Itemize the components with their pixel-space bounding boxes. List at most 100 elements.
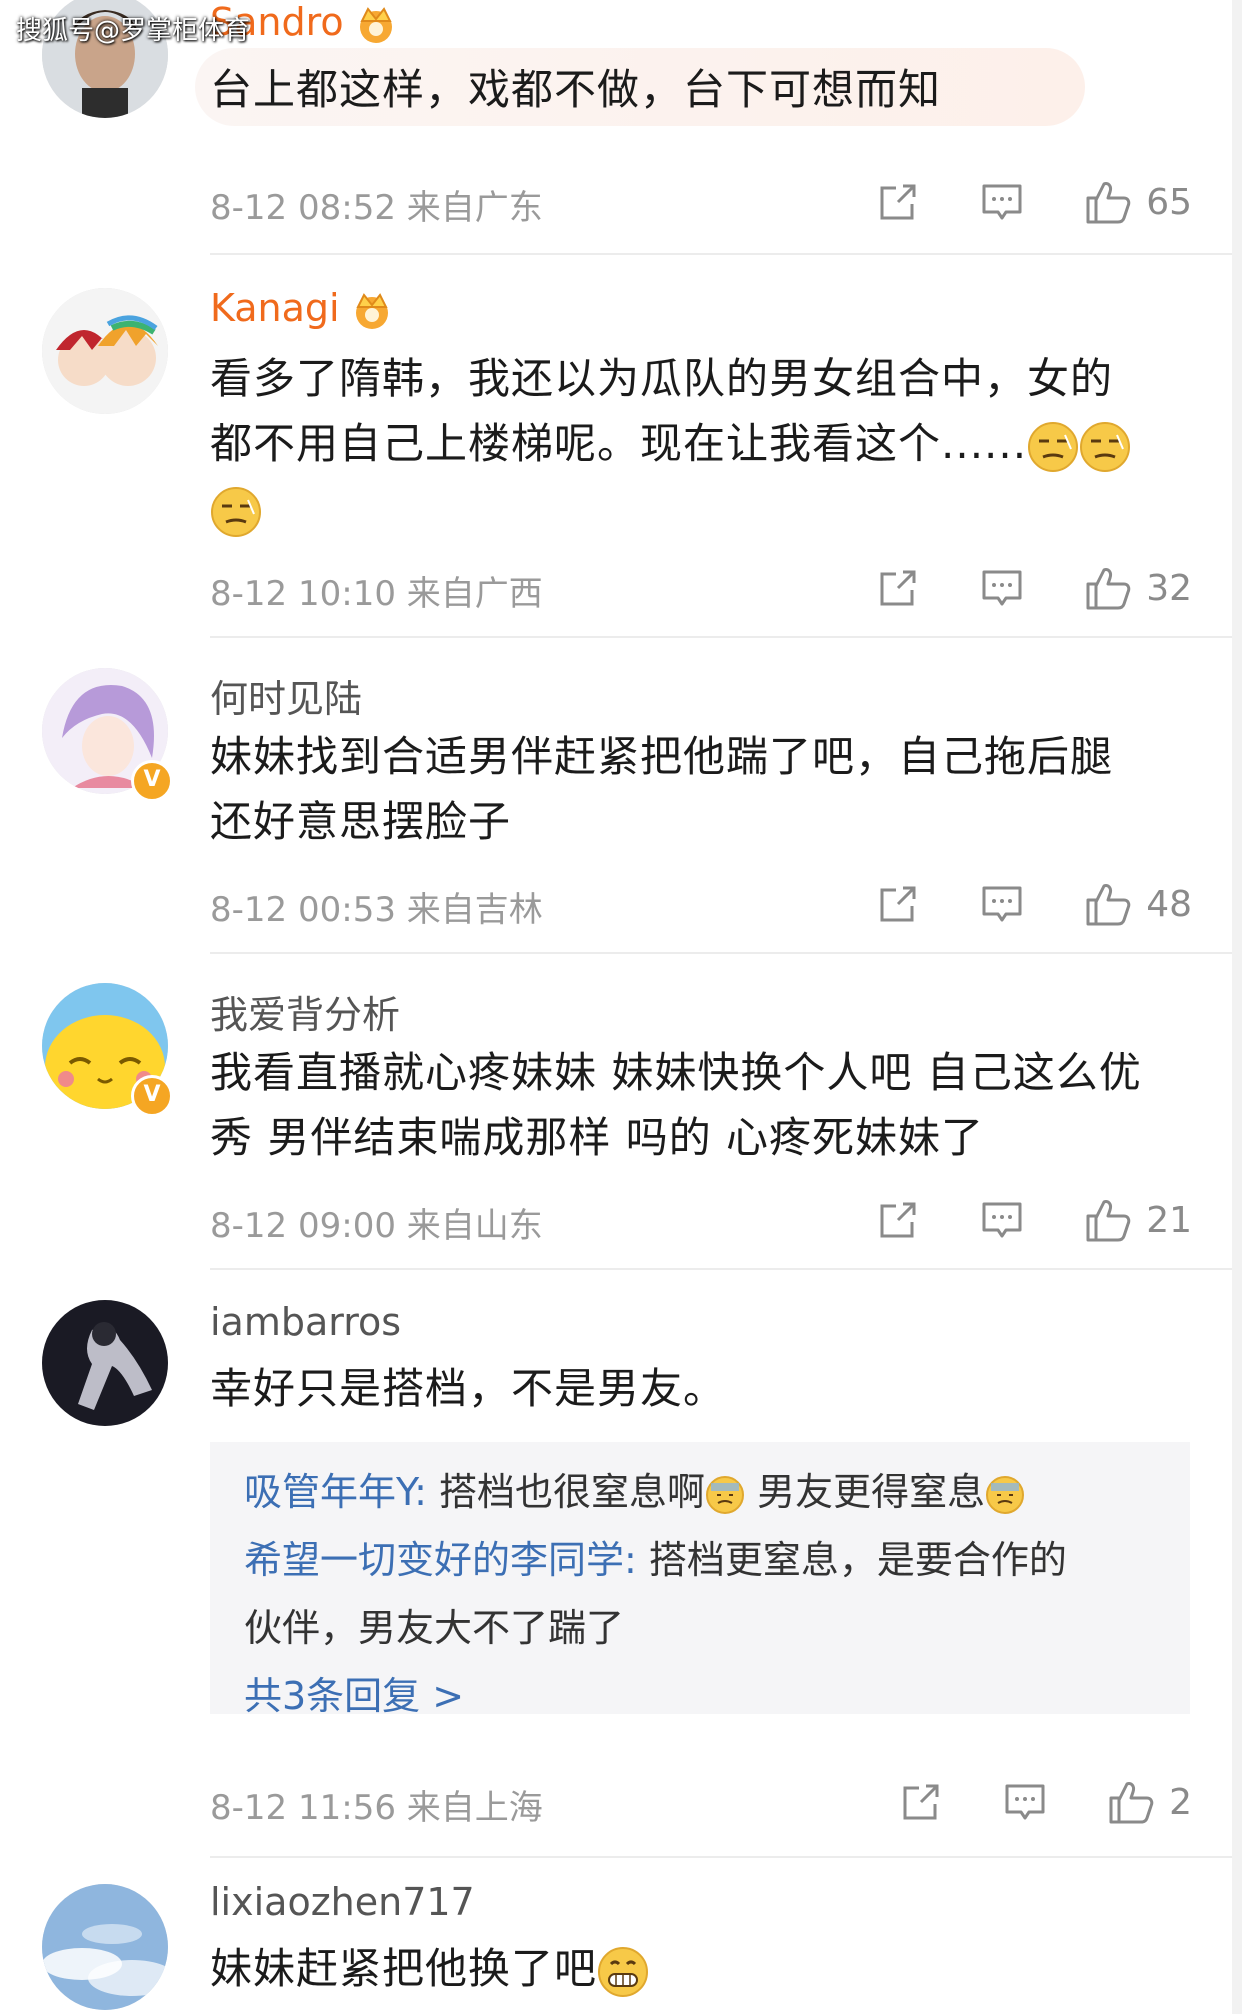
comment-time: 8-12 10:10	[210, 574, 396, 614]
vip-crown-icon	[352, 5, 400, 45]
share-button[interactable]	[876, 882, 920, 926]
comment-icon	[980, 180, 1024, 224]
reply-item-continued: 伙伴，男友大不了踹了	[244, 1606, 625, 1650]
share-button[interactable]	[876, 566, 920, 610]
like-button[interactable]: 21	[1084, 1196, 1192, 1244]
verified-badge-icon: V	[131, 760, 173, 802]
comment-time: 8-12 11:56	[210, 1788, 396, 1828]
comment-location: 来自山东	[406, 1206, 543, 1246]
comment-meta: 8-12 00:53 来自吉林	[210, 882, 543, 931]
comment-text-line: 还好意思摆脸子	[210, 797, 512, 846]
thumbs-up-icon	[1084, 1196, 1132, 1244]
reply-text: 搭档也很窒息啊	[426, 1470, 706, 1514]
like-count: 2	[1169, 1781, 1192, 1823]
thumbs-up-icon	[1107, 1778, 1155, 1826]
reply-text: 男友更得窒息	[745, 1470, 986, 1514]
comment-text-line: 都不用自己上楼梯呢。现在让我看这个......	[210, 411, 1182, 476]
divider	[210, 636, 1232, 638]
smirk-emoji-icon	[210, 486, 262, 538]
scroll-edge	[1232, 0, 1242, 2014]
username[interactable]: 我爱背分析	[210, 984, 400, 1039]
share-icon	[876, 1198, 920, 1242]
like-count: 65	[1146, 181, 1192, 223]
share-icon	[876, 882, 920, 926]
watermark: 搜狐号@罗掌柜体育	[16, 16, 251, 46]
like-button[interactable]: 48	[1084, 880, 1192, 928]
reply-button[interactable]	[1003, 1780, 1047, 1824]
sick-emoji-icon	[985, 1475, 1025, 1515]
comment-time: 8-12 08:52	[210, 188, 396, 228]
comment-text: 妹妹赶紧把他换了吧	[210, 1936, 1182, 2001]
smirk-emoji-icon	[1079, 421, 1131, 473]
reply-button[interactable]	[980, 882, 1024, 926]
divider	[210, 1856, 1232, 1858]
comment-icon	[980, 566, 1024, 610]
comment-text: 看多了隋韩，我还以为瓜队的男女组合中，女的 都不用自己上楼梯呢。现在让我看这个.…	[210, 346, 1182, 541]
comment-location: 来自上海	[406, 1788, 543, 1828]
smirk-emoji-icon	[1027, 421, 1079, 473]
vip-crown-icon	[348, 291, 396, 331]
like-count: 48	[1146, 883, 1192, 925]
comment-actions: 48	[816, 880, 1192, 928]
comment-actions: 65	[816, 178, 1192, 226]
comment-icon	[1003, 1780, 1047, 1824]
reply-button[interactable]	[980, 566, 1024, 610]
like-button[interactable]: 32	[1084, 564, 1192, 612]
reply-text: 搭档更窒息，是要合作的	[636, 1538, 1067, 1582]
comment-text-line: 妹妹找到合适男伴赶紧把他踹了吧，自己拖后腿	[210, 732, 1114, 781]
grin-emoji-icon	[597, 1946, 649, 1998]
username[interactable]: 何时见陆	[210, 668, 362, 723]
comment-meta: 8-12 08:52 来自广东	[210, 180, 543, 229]
reply-item: 希望一切变好的李同学: 搭档更窒息，是要合作的	[244, 1526, 1156, 1594]
comment-item: Kanagi 看多了隋韩，我还以为瓜队的男女组合中，女的 都不用自己上楼梯呢。现…	[0, 270, 1232, 630]
reply-preview-box[interactable]: 吸管年年Y: 搭档也很窒息啊 男友更得窒息 希望一切变好的李同学: 搭档更窒息，…	[210, 1442, 1190, 1718]
divider	[210, 1268, 1232, 1270]
thumbs-up-icon	[1084, 564, 1132, 612]
reply-username[interactable]: 吸管年年Y:	[244, 1470, 427, 1514]
like-button[interactable]: 65	[1084, 178, 1192, 226]
comment-item: V 我爱背分析 我看直播就心疼妹妹 妹妹快换个人吧 自己这么优 秀 男伴结束喘成…	[0, 966, 1232, 1266]
comment-time: 8-12 00:53	[210, 890, 396, 930]
share-button[interactable]	[876, 180, 920, 224]
comment-item: V 何时见陆 妹妹找到合适男伴赶紧把他踹了吧，自己拖后腿 还好意思摆脸子 8-1…	[0, 650, 1232, 950]
comment-actions: 21	[816, 1196, 1192, 1244]
comment-text: 幸好只是搭档，不是男友。	[210, 1364, 727, 1413]
share-button[interactable]	[899, 1780, 943, 1824]
comment-text: 我看直播就心疼妹妹 妹妹快换个人吧 自己这么优 秀 男伴结束喘成那样 吗的 心疼…	[210, 1040, 1182, 1170]
share-button[interactable]	[876, 1198, 920, 1242]
comment-meta: 8-12 10:10 来自广西	[210, 566, 543, 615]
username[interactable]: iambarros	[210, 1300, 401, 1344]
comment-actions: 2	[839, 1778, 1192, 1826]
comment-text-line	[210, 476, 1182, 541]
comment-location: 来自吉林	[406, 890, 543, 930]
share-icon	[899, 1780, 943, 1824]
thumbs-up-icon	[1084, 880, 1132, 928]
comment-text-line: 秀 男伴结束喘成那样 吗的 心疼死妹妹了	[210, 1113, 985, 1162]
comment-item: iambarros 幸好只是搭档，不是男友。 吸管年年Y: 搭档也很窒息啊 男友…	[0, 1282, 1232, 1842]
reply-item: 吸管年年Y: 搭档也很窒息啊 男友更得窒息	[244, 1458, 1156, 1526]
like-button[interactable]: 2	[1107, 1778, 1192, 1826]
reply-button[interactable]	[980, 180, 1024, 224]
reply-button[interactable]	[980, 1198, 1024, 1242]
avatar[interactable]	[42, 1300, 168, 1426]
comment-text: 妹妹找到合适男伴赶紧把他踹了吧，自己拖后腿 还好意思摆脸子	[210, 724, 1182, 854]
username[interactable]: Kanagi	[210, 286, 396, 331]
share-icon	[876, 566, 920, 610]
comment-location: 来自广西	[406, 574, 543, 614]
like-count: 32	[1146, 567, 1192, 609]
more-replies-link[interactable]: 共3条回复 >	[244, 1662, 1156, 1730]
username[interactable]: lixiaozhen717	[210, 1880, 475, 1924]
verified-badge-icon: V	[131, 1075, 173, 1117]
divider	[210, 952, 1232, 954]
reply-username[interactable]: 希望一切变好的李同学:	[244, 1538, 637, 1582]
thumbs-up-icon	[1084, 178, 1132, 226]
comment-meta: 8-12 11:56 来自上海	[210, 1780, 543, 1829]
divider	[210, 253, 1232, 255]
comment-actions: 32	[816, 564, 1192, 612]
comment-location: 来自广东	[406, 188, 543, 228]
comment-meta: 8-12 09:00 来自山东	[210, 1198, 543, 1247]
comment-time: 8-12 09:00	[210, 1206, 396, 1246]
comment-icon	[980, 882, 1024, 926]
avatar[interactable]	[42, 1884, 168, 2010]
comment-item: lixiaozhen717 妹妹赶紧把他换了吧	[0, 1870, 1232, 2014]
